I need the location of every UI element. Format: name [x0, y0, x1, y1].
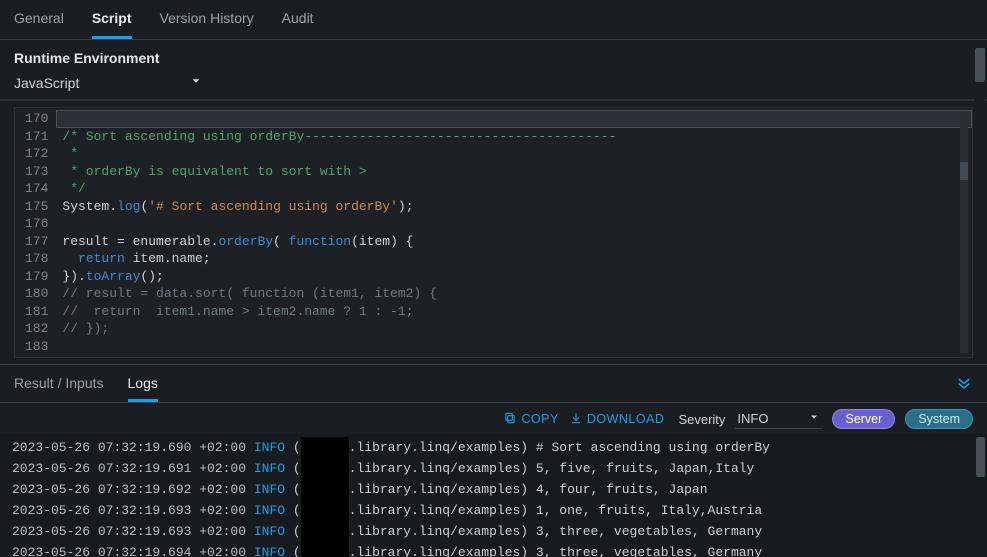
severity-select[interactable]: INFO	[735, 409, 822, 429]
chevron-down-icon	[808, 411, 820, 426]
log-line: 2023-05-26 07:32:19.693 +02:00 INFO (XXX…	[12, 521, 975, 542]
redacted-source: XXXXXX	[301, 458, 349, 479]
log-line: 2023-05-26 07:32:19.694 +02:00 INFO (XXX…	[12, 542, 975, 557]
line-number: 180	[25, 285, 48, 303]
code-line[interactable]: * orderBy is equivalent to sort with >	[62, 163, 966, 181]
line-number: 174	[25, 180, 48, 198]
editor-wrap: 1701711721731741751761771781791801811821…	[0, 101, 987, 364]
runtime-section: Runtime Environment JavaScript	[0, 40, 987, 101]
line-number: 183	[25, 338, 48, 356]
line-number: 171	[25, 128, 48, 146]
code-line[interactable]: // result = data.sort( function (item1, …	[62, 285, 966, 303]
tab-version-history[interactable]: Version History	[160, 10, 254, 39]
log-scrollbar-thumb[interactable]	[976, 437, 985, 477]
severity-label: Severity	[678, 412, 725, 427]
log-line: 2023-05-26 07:32:19.693 +02:00 INFO (XXX…	[12, 500, 975, 521]
log-output[interactable]: 2023-05-26 07:32:19.690 +02:00 INFO (XXX…	[0, 433, 987, 557]
runtime-select[interactable]: JavaScript	[14, 72, 203, 93]
code-line[interactable]: }).toArray();	[62, 268, 966, 286]
system-filter-pill[interactable]: System	[905, 409, 973, 429]
code-line[interactable]	[62, 215, 966, 233]
copy-label: COPY	[521, 412, 558, 426]
code-line[interactable]: // });	[62, 320, 966, 338]
collapse-panel-icon[interactable]	[955, 373, 973, 394]
line-number: 178	[25, 250, 48, 268]
tab-script[interactable]: Script	[92, 10, 132, 39]
log-line: 2023-05-26 07:32:19.690 +02:00 INFO (XXX…	[12, 437, 975, 458]
chevron-down-icon	[189, 74, 203, 91]
code-line[interactable]: /* Sort ascending using orderBy---------…	[62, 128, 966, 146]
bottom-bar: Result / Inputs Logs	[0, 364, 987, 403]
code-line[interactable]: */	[62, 180, 966, 198]
redacted-source: XXXXXX	[301, 437, 349, 458]
code-line[interactable]: *	[62, 145, 966, 163]
line-number: 182	[25, 320, 48, 338]
code-editor[interactable]: 1701711721731741751761771781791801811821…	[14, 107, 973, 358]
redacted-source: XXXXXX	[301, 521, 349, 542]
line-number: 172	[25, 145, 48, 163]
editor-gutter: 1701711721731741751761771781791801811821…	[15, 108, 56, 357]
redacted-source: XXXXXX	[301, 479, 349, 500]
scrollbar-thumb[interactable]	[975, 48, 985, 82]
tab-result-inputs[interactable]: Result / Inputs	[14, 365, 104, 402]
bottom-tabs: Result / Inputs Logs	[14, 365, 158, 402]
line-number: 173	[25, 163, 48, 181]
redacted-source: XXXXXX	[301, 500, 349, 521]
redacted-source: XXXXXX	[301, 542, 349, 557]
editor-body[interactable]: /* Sort ascending using orderBy---------…	[56, 108, 972, 357]
line-number: 181	[25, 303, 48, 321]
log-line: 2023-05-26 07:32:19.692 +02:00 INFO (XXX…	[12, 479, 975, 500]
tab-general[interactable]: General	[14, 10, 64, 39]
line-number: 176	[25, 215, 48, 233]
download-button[interactable]: DOWNLOAD	[569, 411, 665, 428]
line-number: 179	[25, 268, 48, 286]
code-line[interactable]: result = enumerable.orderBy( function(it…	[62, 233, 966, 251]
download-icon	[569, 411, 583, 428]
line-number: 177	[25, 233, 48, 251]
tab-audit[interactable]: Audit	[282, 10, 314, 39]
tab-logs[interactable]: Logs	[128, 365, 158, 402]
code-line[interactable]: return item.name;	[62, 250, 966, 268]
server-filter-pill[interactable]: Server	[832, 409, 895, 429]
log-toolbar: COPY DOWNLOAD Severity INFO Server Syste…	[0, 403, 987, 433]
log-line: 2023-05-26 07:32:19.691 +02:00 INFO (XXX…	[12, 458, 975, 479]
editor-active-line	[56, 110, 972, 128]
code-line[interactable]: System.log('# Sort ascending using order…	[62, 198, 966, 216]
runtime-value: JavaScript	[14, 75, 79, 91]
copy-button[interactable]: COPY	[503, 411, 558, 428]
code-line[interactable]	[62, 338, 966, 356]
line-number: 175	[25, 198, 48, 216]
editor-minimap[interactable]	[960, 112, 968, 353]
download-label: DOWNLOAD	[587, 412, 665, 426]
top-tabs: General Script Version History Audit	[0, 0, 987, 40]
severity-value: INFO	[737, 411, 768, 426]
code-line[interactable]: // return item1.name > item2.name ? 1 : …	[62, 303, 966, 321]
runtime-label: Runtime Environment	[14, 50, 973, 66]
line-number: 170	[25, 110, 48, 128]
copy-icon	[503, 411, 517, 428]
